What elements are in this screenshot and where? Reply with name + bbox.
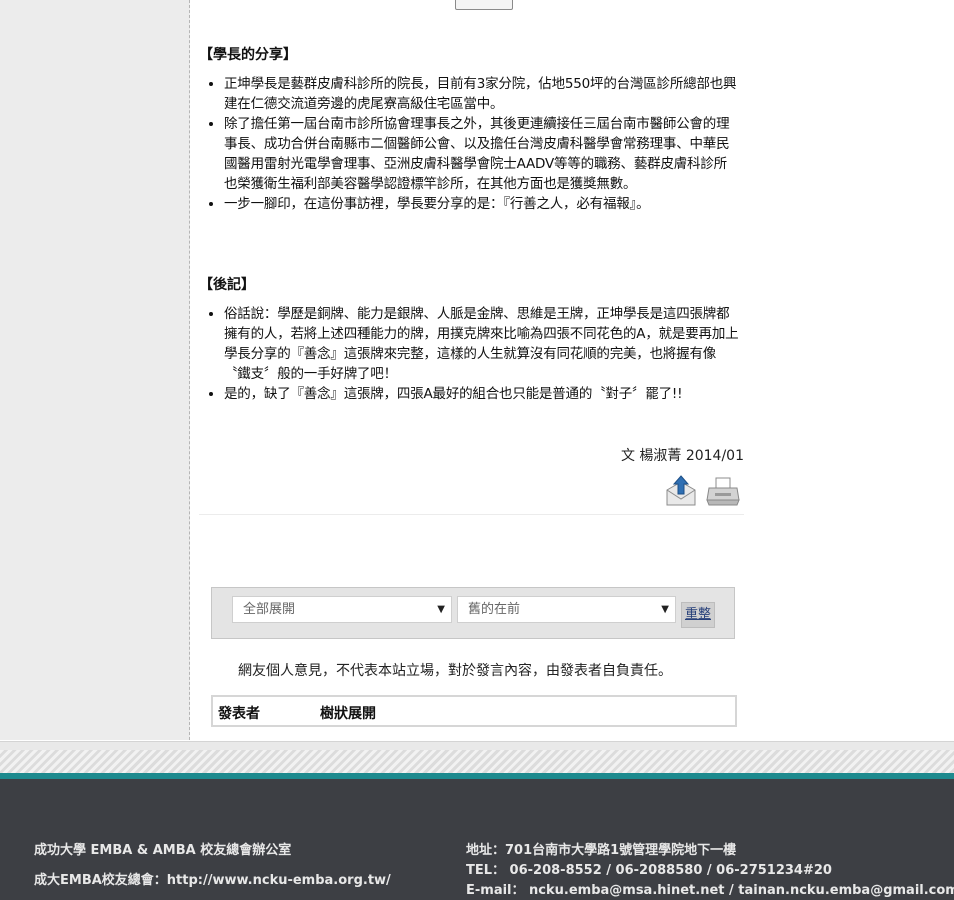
printer-icon[interactable] <box>706 474 740 508</box>
share-list: 正坤學長是藝群皮膚科診所的院長，目前有3家分院，佔地550坪的台灣區診所總部也興… <box>199 74 739 214</box>
footer-office-name: 成功大學 EMBA & AMBA 校友總會辦公室 <box>34 843 292 858</box>
postscript-section-title: 【後記】 <box>199 277 255 293</box>
footer-address: 地址：701台南市大學路1號管理學院地下一樓 <box>466 843 737 858</box>
share-section-title: 【學長的分享】 <box>199 47 297 63</box>
comment-table-header: 發表者 樹狀展開 <box>211 695 737 727</box>
list-item: 正坤學長是藝群皮膚科診所的院長，目前有3家分院，佔地550坪的台灣區診所總部也興… <box>224 74 739 114</box>
sort-order-select[interactable]: 舊的在前 ▼ <box>457 596 676 623</box>
expand-mode-select[interactable]: 全部展開 ▼ <box>232 596 452 623</box>
partial-top-button[interactable] <box>455 0 513 10</box>
email-share-icon[interactable] <box>664 474 698 508</box>
expand-mode-value: 全部展開 <box>243 602 296 617</box>
left-sidebar-gutter <box>0 0 190 740</box>
tree-view-column-header[interactable]: 樹狀展開 <box>320 703 376 723</box>
footer-telephone: TEL： 06-208-8552 / 06-2088580 / 06-27512… <box>466 863 832 878</box>
postscript-list: 俗話說：學歷是銅牌、能力是銀牌、人脈是金牌、思維是王牌，正坤學長是這四張牌都擁有… <box>199 304 739 404</box>
site-footer: 成功大學 EMBA & AMBA 校友總會辦公室 成大EMBA校友總會：http… <box>0 779 954 900</box>
article-actions <box>664 474 740 508</box>
author-signature: 文 楊淑菁 2014/01 <box>620 448 744 464</box>
author-column-header: 發表者 <box>218 706 260 722</box>
list-item: 俗話說：學歷是銅牌、能力是銀牌、人脈是金牌、思維是王牌，正坤學長是這四張牌都擁有… <box>224 304 739 384</box>
footer-stripe-band <box>0 750 954 773</box>
comment-disclaimer: 網友個人意見，不代表本站立場，對於發言內容，由發表者自負責任。 <box>238 663 672 679</box>
dropdown-arrow-icon: ▼ <box>661 604 669 615</box>
list-item: 除了擔任第一屆台南市診所協會理事長之外，其後更連續接任三屆台南市醫師公會的理事長… <box>224 114 739 194</box>
list-item: 一步一腳印，在這份事訪裡，學長要分享的是：『行善之人，必有福報』。 <box>224 194 739 214</box>
footer-email[interactable]: E-mail： ncku.emba@msa.hinet.net / tainan… <box>466 879 954 898</box>
reset-button[interactable]: 重整 <box>681 602 715 628</box>
comment-filter-bar: 全部展開 ▼ 舊的在前 ▼ 重整 <box>211 587 735 639</box>
list-item: 是的，缺了『善念』這張牌，四張A最好的組合也只能是普通的〝對子〞罷了!! <box>224 384 739 404</box>
dropdown-arrow-icon: ▼ <box>437 604 445 615</box>
content-divider <box>199 514 744 515</box>
sort-order-value: 舊的在前 <box>468 602 521 617</box>
footer-website-link[interactable]: 成大EMBA校友總會：http://www.ncku-emba.org.tw/ <box>34 869 391 888</box>
